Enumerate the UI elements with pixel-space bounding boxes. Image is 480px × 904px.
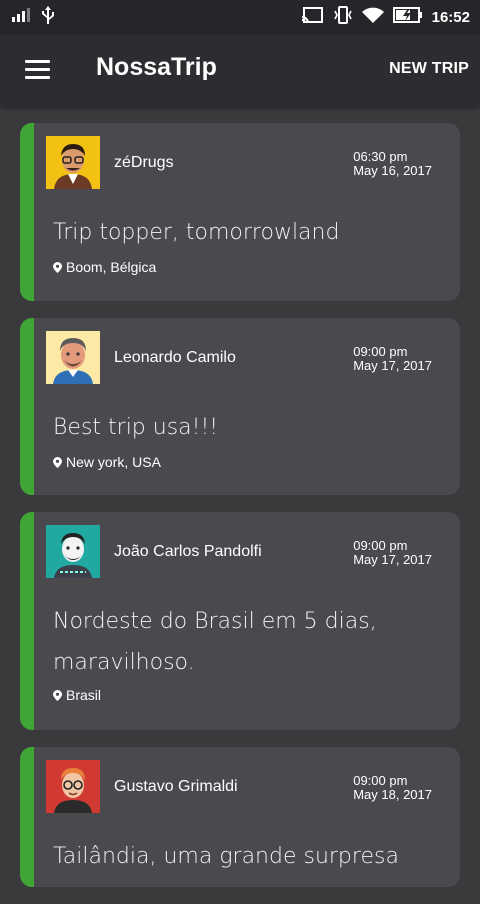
card-accent (20, 123, 34, 301)
trip-location: Boom, Bélgica (53, 259, 156, 275)
trip-card[interactable]: zéDrugs 06:30 pm May 16, 2017 Trip toppe… (20, 123, 460, 301)
trip-title: Tailândia, uma grande surpresa (53, 844, 399, 869)
trip-date: May 18, 2017 (353, 787, 432, 802)
trip-location-text: Brasil (66, 687, 102, 703)
trip-datetime: 09:00 pm May 17, 2017 (353, 345, 432, 373)
location-pin-icon (53, 456, 62, 468)
usb-icon (41, 6, 55, 28)
wifi-icon (361, 7, 384, 28)
trip-card[interactable]: Gustavo Grimaldi 09:00 pm May 18, 2017 T… (20, 747, 460, 887)
trip-location-text: Boom, Bélgica (66, 259, 157, 275)
trip-location: Brasil (53, 687, 101, 703)
vibrate-icon (333, 6, 353, 28)
author-name: Leonardo Camilo (114, 349, 236, 366)
trip-title: Best trip usa!!! (53, 415, 219, 440)
trip-date: May 17, 2017 (353, 552, 432, 567)
card-accent (20, 318, 34, 495)
trip-location: New york, USA (53, 454, 161, 470)
signal-icon (12, 8, 32, 26)
card-accent (20, 747, 34, 887)
trip-time: 09:00 pm (353, 773, 408, 788)
trip-card[interactable]: Leonardo Camilo 09:00 pm May 17, 2017 Be… (20, 318, 460, 495)
status-bar: 16:52 (0, 0, 480, 34)
trip-location-text: New york, USA (66, 454, 161, 470)
trip-card[interactable]: João Carlos Pandolfi 09:00 pm May 17, 20… (20, 512, 460, 730)
author-name: Gustavo Grimaldi (114, 778, 238, 795)
trip-feed[interactable]: zéDrugs 06:30 pm May 16, 2017 Trip toppe… (20, 123, 460, 904)
trip-date: May 16, 2017 (353, 163, 432, 178)
avatar (46, 331, 100, 384)
cast-icon (301, 6, 324, 28)
trip-date: May 17, 2017 (353, 358, 432, 373)
trip-time: 09:00 pm (353, 344, 408, 359)
trip-datetime: 06:30 pm May 16, 2017 (353, 150, 432, 178)
new-trip-button[interactable]: NEW TRIP (389, 60, 469, 78)
menu-icon[interactable] (25, 60, 50, 80)
location-pin-icon (53, 261, 62, 273)
app-title: NossaTrip (96, 53, 217, 81)
avatar (46, 760, 100, 813)
trip-title: Trip topper, tomorrowland (53, 220, 340, 245)
trip-title: Nordeste do Brasil em 5 dias, maravilhos… (53, 609, 377, 675)
trip-time: 06:30 pm (353, 149, 408, 164)
card-accent (20, 512, 34, 730)
trip-datetime: 09:00 pm May 17, 2017 (353, 539, 432, 567)
app-bar: NossaTrip NEW TRIP (0, 34, 480, 106)
author-name: zéDrugs (114, 154, 174, 171)
avatar (46, 136, 100, 189)
location-pin-icon (53, 689, 62, 701)
avatar (46, 525, 100, 578)
trip-datetime: 09:00 pm May 18, 2017 (353, 774, 432, 802)
author-name: João Carlos Pandolfi (114, 543, 262, 560)
status-time: 16:52 (431, 8, 470, 26)
trip-time: 09:00 pm (353, 538, 408, 553)
battery-icon (392, 7, 423, 27)
